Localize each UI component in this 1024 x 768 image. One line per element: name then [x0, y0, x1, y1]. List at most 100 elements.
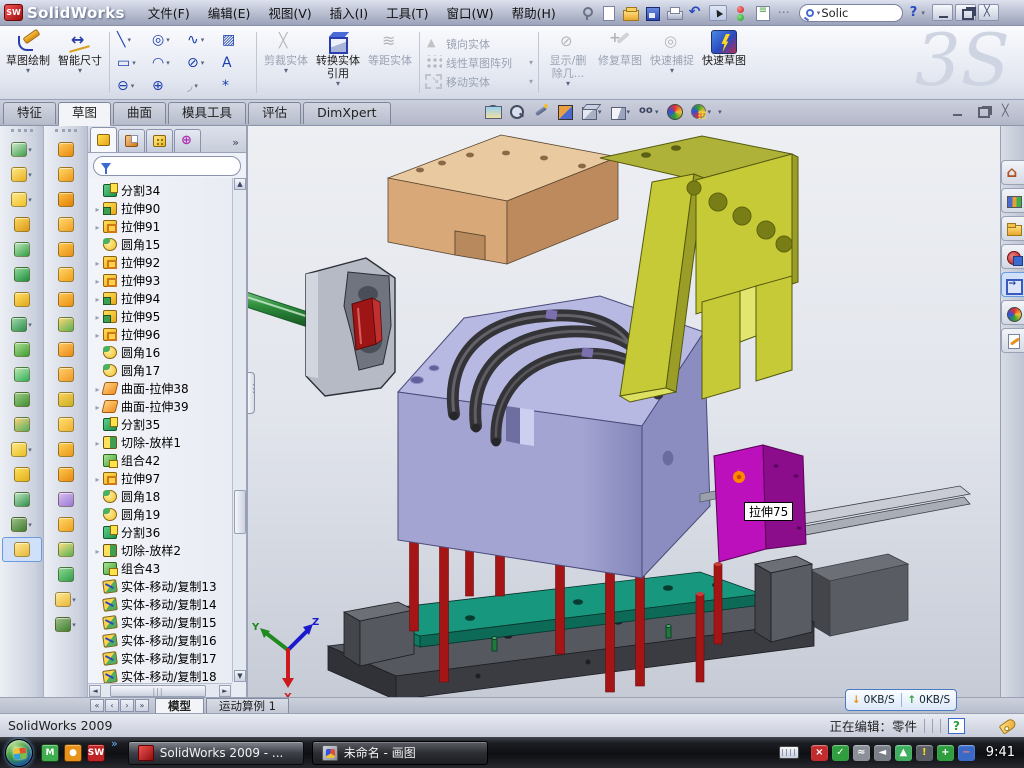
- dropdown-arrow-icon[interactable]: ▾: [28, 521, 32, 529]
- taskbar-task-button[interactable]: SolidWorks 2009 - ...: [128, 741, 304, 765]
- volume[interactable]: ◄: [874, 745, 891, 761]
- feature-tree-item[interactable]: 组合42: [92, 451, 246, 469]
- dropdown-arrow-icon[interactable]: ▾: [529, 77, 533, 86]
- extend-surface[interactable]: [46, 362, 86, 387]
- open[interactable]: [621, 5, 639, 21]
- feature-tree-item[interactable]: 圆角18: [92, 487, 246, 505]
- feature-tree-item[interactable]: 实体-移动/复制15: [92, 613, 246, 631]
- sketch-tool-button[interactable]: ▭ ▾: [113, 51, 148, 74]
- magic-wand[interactable]: [532, 103, 549, 120]
- tab-dimxpertmanager[interactable]: [174, 129, 201, 152]
- sketch-tool-button[interactable]: A: [218, 51, 253, 74]
- menu-item[interactable]: 帮助(H): [503, 0, 565, 25]
- view-orientation[interactable]: ▾: [580, 103, 602, 120]
- ribbon-button[interactable]: 剪裁实体 ▾: [260, 28, 312, 97]
- linear-pattern[interactable]: ▾: [2, 312, 42, 337]
- instant3d[interactable]: [2, 537, 42, 562]
- dropdown-arrow-icon[interactable]: ▾: [72, 596, 76, 604]
- new[interactable]: [599, 5, 617, 21]
- scroll-down-icon[interactable]: ▼: [234, 670, 246, 682]
- ribbon-button[interactable]: 等距实体: [364, 28, 416, 97]
- part-sprue-insert[interactable]: [248, 258, 395, 396]
- updater[interactable]: ≈: [853, 745, 870, 761]
- feature-tree-item[interactable]: 实体-移动/复制16: [92, 631, 246, 649]
- menu-item[interactable]: 视图(V): [259, 0, 320, 25]
- menu-item[interactable]: 窗口(W): [438, 0, 503, 25]
- help-dropdown-icon[interactable]: ▾: [921, 9, 925, 17]
- part-top-plate[interactable]: [388, 135, 618, 264]
- expand-arrow-icon[interactable]: ▸: [95, 385, 99, 394]
- hide-show[interactable]: ▾: [637, 103, 659, 120]
- feature-tree-item[interactable]: 分割36: [92, 523, 246, 541]
- zoom-area[interactable]: [508, 103, 525, 120]
- expand-arrow-icon[interactable]: ▸: [95, 475, 99, 484]
- scene[interactable]: ▾: [718, 108, 722, 116]
- feature-tree-item[interactable]: ▸ 曲面-拉伸38: [92, 379, 246, 397]
- dropdown-arrow-icon[interactable]: ▾: [284, 67, 288, 75]
- tab-propertymanager[interactable]: [118, 129, 145, 152]
- freeform[interactable]: [46, 237, 86, 262]
- dropdown-arrow-icon[interactable]: ▾: [708, 108, 712, 116]
- dropdown-arrow-icon[interactable]: ▾: [598, 108, 602, 116]
- ribbon-button[interactable]: 线性草图阵列 ▾: [423, 55, 535, 71]
- sketch-tool-button[interactable]: ⊕: [148, 74, 183, 97]
- ruled-surface[interactable]: [46, 312, 86, 337]
- command-tab[interactable]: 草图: [58, 102, 111, 126]
- menu-item[interactable]: 文件(F): [139, 0, 199, 25]
- spline-tool[interactable]: ▾: [2, 512, 42, 537]
- tag-icon[interactable]: [999, 717, 1018, 734]
- view-palette[interactable]: [1001, 272, 1024, 297]
- firewall[interactable]: ✓: [832, 745, 849, 761]
- model-tab[interactable]: 运动算例 1: [206, 698, 289, 713]
- file-explorer[interactable]: [1001, 216, 1024, 241]
- scrollbar-thumb[interactable]: [234, 490, 246, 534]
- dropdown-arrow-icon[interactable]: ▾: [718, 108, 722, 116]
- sketch-tool-button[interactable]: ∿ ▾: [183, 28, 218, 51]
- ribbon-button[interactable]: 草图绘制 ▾: [2, 28, 54, 97]
- appearances[interactable]: [666, 103, 683, 120]
- doc-minimize-button[interactable]: [951, 105, 966, 118]
- move-copy-body[interactable]: [2, 412, 42, 437]
- planar-surface[interactable]: [46, 262, 86, 287]
- part-rail-right[interactable]: [755, 556, 812, 642]
- antivirus[interactable]: ×: [811, 745, 828, 761]
- dropdown-arrow-icon[interactable]: ▾: [127, 36, 131, 44]
- scrollbar-thumb[interactable]: |||: [110, 685, 206, 697]
- solidworks[interactable]: SW: [87, 744, 105, 762]
- sketch-tool-button[interactable]: ◎ ▾: [148, 28, 183, 51]
- trim-surface[interactable]: [46, 387, 86, 412]
- intersect[interactable]: [2, 387, 42, 412]
- dropdown-arrow-icon[interactable]: ▾: [194, 82, 198, 90]
- expand-arrow-icon[interactable]: ▸: [95, 439, 99, 448]
- media-player[interactable]: ●: [64, 744, 82, 762]
- undercut-analysis[interactable]: [46, 487, 86, 512]
- quick-launch-overflow[interactable]: »: [111, 737, 118, 750]
- feature-tree-item[interactable]: 分割35: [92, 415, 246, 433]
- parting-surfaces[interactable]: [46, 562, 86, 587]
- ribbon-button[interactable]: 修复草图: [594, 28, 646, 97]
- revolved-surface[interactable]: [46, 162, 86, 187]
- doc-close-button[interactable]: [1001, 105, 1016, 118]
- tab-scroll-button[interactable]: «: [90, 699, 104, 712]
- dropdown-arrow-icon[interactable]: ▾: [627, 108, 631, 116]
- tree-vertical-scrollbar[interactable]: ▲ ▼: [232, 178, 246, 682]
- vpn[interactable]: ▲: [895, 745, 912, 761]
- sketch-tool-button[interactable]: ⊘ ▾: [183, 51, 218, 74]
- dropdown-arrow-icon[interactable]: ▾: [28, 171, 32, 179]
- thicken[interactable]: [46, 437, 86, 462]
- reference-geometry[interactable]: ▾: [2, 437, 42, 462]
- feature-tree-item[interactable]: ▸ 拉伸97: [92, 469, 246, 487]
- search-dropdown-icon[interactable]: ▾: [817, 9, 821, 17]
- feature-tree-item[interactable]: ▸ 曲面-拉伸39: [92, 397, 246, 415]
- feature-tree-item[interactable]: ▸ 拉伸95: [92, 307, 246, 325]
- home[interactable]: [1001, 160, 1024, 185]
- select[interactable]: [709, 5, 727, 21]
- keyboard-layout-icon[interactable]: [779, 746, 799, 759]
- dropdown-arrow-icon[interactable]: ▾: [28, 146, 32, 154]
- resources[interactable]: [1001, 244, 1024, 269]
- command-tab[interactable]: 评估: [248, 102, 301, 124]
- dropdown-arrow-icon[interactable]: ▾: [78, 67, 82, 75]
- doc-restore-button[interactable]: [976, 105, 991, 118]
- expand-arrow-icon[interactable]: ▸: [95, 403, 99, 412]
- scroll-up-icon[interactable]: ▲: [234, 178, 246, 190]
